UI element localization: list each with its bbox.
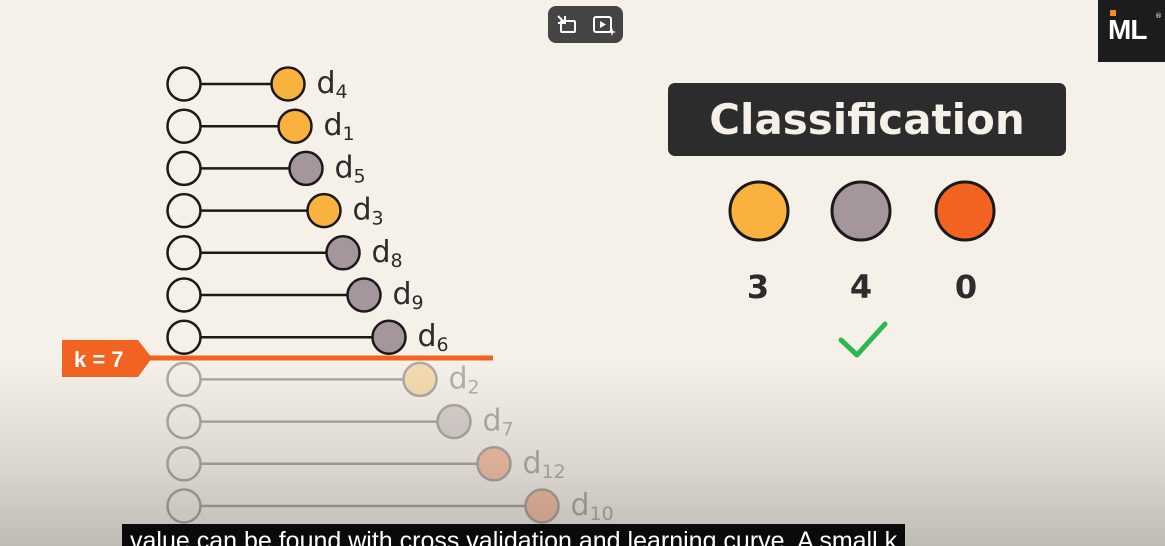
- query-point: [166, 192, 202, 229]
- neighbor-label: d2: [449, 361, 480, 398]
- winner-check-icon: [838, 321, 888, 358]
- neighbor-subscript: 9: [412, 292, 424, 314]
- neighbor-subscript: 4: [336, 81, 348, 103]
- neighbor-row: d9: [166, 277, 424, 314]
- neighbor-subscript: 10: [590, 503, 614, 525]
- classification-panel: Classification 3 4 0: [668, 83, 1066, 358]
- neighbor-label: d8: [372, 235, 403, 272]
- brand-logo: ML ®: [1098, 0, 1165, 62]
- query-point: [166, 403, 202, 440]
- neighbor-row: d5: [166, 150, 366, 187]
- neighbor-subscript: 5: [354, 165, 366, 187]
- neighbor-point: [476, 446, 512, 482]
- logo-registered: ®: [1155, 12, 1162, 20]
- subtitle-caption: value can be found with cross validation…: [122, 524, 906, 546]
- neighbor-label: d3: [353, 193, 384, 230]
- neighbor-label: d4: [317, 66, 348, 103]
- neighbor-label: d6: [418, 319, 449, 356]
- class-circle-gray: [830, 180, 892, 242]
- neighbor-subscript: 8: [391, 250, 403, 272]
- neighbor-point: [524, 488, 560, 524]
- neighbor-point: [288, 150, 324, 187]
- query-point: [166, 108, 202, 144]
- query-point: [166, 235, 202, 271]
- neighbor-row: d7: [166, 403, 514, 441]
- class-circles: [728, 180, 996, 242]
- neighbor-point: [306, 192, 342, 229]
- neighbor-point: [346, 277, 382, 313]
- neighbor-point: [277, 108, 313, 144]
- neighbor-label: d9: [393, 277, 424, 314]
- query-point: [166, 488, 202, 524]
- query-point: [166, 361, 202, 398]
- neighbor-label: d7: [483, 404, 514, 441]
- logo-text: ML: [1108, 14, 1147, 45]
- query-point: [166, 319, 202, 355]
- neighbor-subscript: 7: [502, 419, 514, 441]
- neighbor-subscript: 3: [372, 208, 384, 230]
- neighbor-subscript: 1: [343, 123, 355, 145]
- neighbor-point: [436, 403, 472, 440]
- neighbor-list: d4 d1 d5 d3 d8 d9 d6d2d7d12d10: [166, 66, 614, 525]
- neighbor-row: d2: [166, 361, 480, 398]
- neighbor-label: d10: [571, 488, 614, 525]
- neighbor-label: d1: [324, 108, 355, 145]
- class-counts: 3 4 0: [747, 268, 977, 306]
- neighbor-row: d8: [166, 235, 403, 272]
- neighbor-subscript: 6: [437, 334, 449, 356]
- classification-title: Classification: [709, 95, 1025, 144]
- query-point: [166, 66, 202, 102]
- player-controls: [548, 6, 623, 43]
- count-orange: 0: [955, 268, 977, 306]
- class-circle-yellow: [728, 180, 790, 242]
- neighbor-point: [325, 235, 361, 271]
- query-point: [166, 446, 202, 482]
- query-point: [166, 277, 202, 313]
- exit-fullscreen-icon[interactable]: [553, 11, 581, 39]
- neighbor-row: d12: [166, 446, 566, 483]
- neighbor-row: d10: [166, 488, 614, 525]
- autoplay-icon[interactable]: [590, 11, 618, 39]
- neighbor-label: d12: [523, 446, 566, 483]
- count-yellow: 3: [747, 268, 769, 306]
- neighbor-subscript: 12: [542, 461, 566, 483]
- neighbor-row: d1: [166, 108, 355, 145]
- neighbor-point: [270, 66, 306, 102]
- k-label: k = 7: [74, 347, 124, 372]
- query-point: [166, 150, 202, 187]
- class-circle-orange: [934, 180, 996, 242]
- neighbor-row: d3: [166, 192, 384, 230]
- neighbor-point: [402, 361, 438, 398]
- caption-text: value can be found with cross validation…: [130, 527, 898, 546]
- neighbor-point: [371, 319, 407, 355]
- neighbor-row: d6: [166, 319, 449, 356]
- count-gray: 4: [850, 268, 872, 306]
- neighbor-subscript: 2: [468, 376, 480, 398]
- neighbor-row: d4: [166, 66, 348, 103]
- neighbor-label: d5: [335, 150, 366, 187]
- knn-scene: d4 d1 d5 d3 d8 d9 d6d2d7d12d10 k = 7 Classific…: [62, 66, 1066, 525]
